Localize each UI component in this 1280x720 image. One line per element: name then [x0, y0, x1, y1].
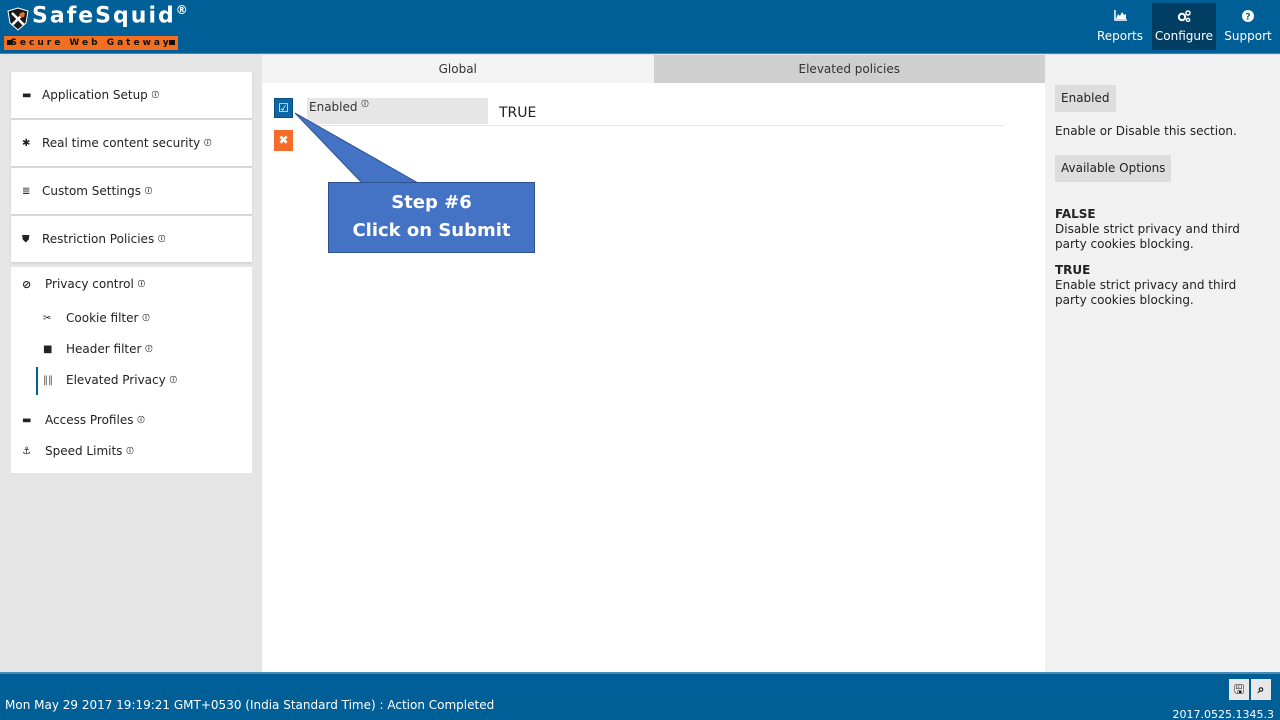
sidebar-item-label: Elevated Privacy: [66, 373, 166, 387]
tab-bar: Global Elevated policies: [262, 55, 1045, 83]
option-desc: Enable strict privacy and third party co…: [1055, 278, 1237, 307]
logo-name: SafeSquid®: [32, 3, 188, 29]
field-divider: [307, 125, 1004, 126]
sidebar-item-label: Application Setup: [42, 88, 148, 102]
bug-icon: ✱: [22, 137, 31, 149]
tab-elevated-policies[interactable]: Elevated policies: [653, 55, 1045, 83]
info-icon[interactable]: ⓘ: [152, 90, 159, 100]
status-bar: Mon May 29 2017 19:19:21 GMT+0530 (India…: [0, 672, 1280, 720]
callout-instruction: Click on Submit: [352, 220, 511, 241]
sidebar-item-header-filter[interactable]: ■ Header filter ⓘ: [43, 342, 152, 356]
sidebar-item-privacy-control[interactable]: ⊘ Privacy control ⓘ: [22, 277, 145, 291]
sidebar-panel-custom-settings[interactable]: ≣ Custom Settings ⓘ: [11, 168, 252, 214]
sidebar-panel-real-time-content-security[interactable]: ✱ Real time content security ⓘ: [11, 120, 252, 166]
cogs-icon: [1177, 10, 1191, 26]
sidebar: ▬ Application Setup ⓘ ✱ Real time content…: [0, 55, 262, 672]
top-nav: Reports Configure ? Support: [1088, 3, 1280, 50]
sidebar-item-label: Privacy control: [45, 277, 134, 291]
step-callout: Step #6 Click on Submit: [328, 182, 535, 253]
nav-reports-label: Reports: [1096, 29, 1144, 43]
field-label-enabled: Enabled ⓘ: [307, 98, 488, 124]
briefcase-icon: ▬: [22, 89, 32, 101]
logo-tagline: Secure Web Gateway: [4, 36, 178, 50]
sliders-icon: ≣: [22, 185, 31, 197]
info-icon[interactable]: ⓘ: [170, 375, 177, 385]
sidebar-item-label: Cookie filter: [66, 311, 139, 325]
logo-shield-icon: [7, 7, 29, 31]
tab-global[interactable]: Global: [262, 55, 654, 83]
nav-reports[interactable]: Reports: [1088, 3, 1152, 50]
ban-icon: ⊘: [22, 277, 32, 291]
help-option-true: TRUE Enable strict privacy and third par…: [1055, 263, 1270, 308]
info-icon[interactable]: ⓘ: [362, 100, 369, 108]
sidebar-item-label: Restriction Policies: [42, 232, 155, 246]
active-indicator: [36, 367, 38, 395]
scissors-icon: ✂: [43, 312, 52, 324]
close-icon: ✖: [278, 133, 289, 147]
main-content: Global Elevated policies ☑ ✖ Enabled ⓘ TR…: [262, 55, 1045, 672]
option-desc: Disable strict privacy and third party c…: [1055, 222, 1240, 251]
status-message: Mon May 29 2017 19:19:21 GMT+0530 (India…: [5, 698, 495, 712]
nav-support[interactable]: ? Support: [1216, 3, 1280, 50]
save-button[interactable]: 🖫: [1229, 679, 1249, 700]
field-value-enabled[interactable]: TRUE: [499, 105, 536, 121]
nav-support-label: Support: [1224, 29, 1272, 43]
submit-button[interactable]: ☑: [274, 98, 293, 118]
sidebar-item-label: Real time content security: [42, 136, 201, 150]
briefcase-icon: ▬: [22, 414, 32, 426]
lock-icon: ■: [43, 343, 53, 355]
area-chart-icon: [1113, 10, 1127, 26]
sidebar-item-label: Speed Limits: [45, 444, 123, 458]
help-option-false: FALSE Disable strict privacy and third p…: [1055, 207, 1270, 252]
help-panel: Enabled Enable or Disable this section. …: [1045, 55, 1280, 672]
search-button[interactable]: ⌕: [1251, 679, 1271, 700]
cancel-button[interactable]: ✖: [274, 130, 293, 151]
sidebar-item-label: Header filter: [66, 342, 142, 356]
version-label: 2017.0525.1345.3: [1172, 708, 1274, 720]
info-icon[interactable]: ⓘ: [145, 344, 152, 354]
check-square-icon: ☑: [278, 101, 289, 115]
info-icon[interactable]: ⓘ: [126, 446, 133, 456]
sidebar-item-cookie-filter[interactable]: ✂ Cookie filter ⓘ: [43, 311, 149, 325]
nav-configure-label: Configure: [1154, 29, 1214, 43]
info-icon[interactable]: ⓘ: [204, 138, 211, 148]
shield-icon: ⛊: [22, 233, 30, 245]
safesquid-logo[interactable]: SafeSquid® Secure Web Gateway: [4, 3, 188, 51]
sidebar-item-elevated-privacy[interactable]: ‖‖ Elevated Privacy ⓘ: [43, 373, 177, 387]
anchor-icon: ⚓: [22, 445, 31, 457]
sidebar-item-access-profiles[interactable]: ▬ Access Profiles ⓘ: [22, 413, 144, 427]
svg-text:?: ?: [1245, 13, 1250, 23]
option-name: TRUE: [1055, 263, 1091, 277]
help-title: Enabled: [1055, 85, 1116, 112]
sidebar-panel-application-setup[interactable]: ▬ Application Setup ⓘ: [11, 72, 252, 118]
help-options-heading: Available Options: [1055, 155, 1172, 182]
info-icon[interactable]: ⓘ: [138, 279, 145, 289]
info-icon[interactable]: ⓘ: [137, 415, 144, 425]
sidebar-item-label: Access Profiles: [45, 413, 134, 427]
sidebar-tree-privacy: ⊘ Privacy control ⓘ ✂ Cookie filter ⓘ ■ He…: [11, 267, 252, 473]
barcode-icon: ‖‖: [43, 374, 53, 386]
sidebar-panel-restriction-policies[interactable]: ⛊ Restriction Policies ⓘ: [11, 216, 252, 262]
field-label-text: Enabled: [309, 100, 358, 114]
save-icon: 🖫: [1233, 682, 1245, 696]
callout-step: Step #6: [391, 192, 472, 213]
sidebar-item-speed-limits[interactable]: ⚓ Speed Limits ⓘ: [22, 444, 133, 458]
nav-configure[interactable]: Configure: [1152, 3, 1216, 50]
help-description: Enable or Disable this section.: [1055, 124, 1237, 138]
top-header: SafeSquid® Secure Web Gateway Reports Co…: [0, 0, 1280, 54]
search-icon: ⌕: [1257, 682, 1265, 696]
info-icon[interactable]: ⓘ: [158, 234, 165, 244]
question-circle-icon: ?: [1242, 10, 1254, 26]
info-icon[interactable]: ⓘ: [145, 186, 152, 196]
sidebar-item-label: Custom Settings: [42, 184, 142, 198]
info-icon[interactable]: ⓘ: [142, 313, 149, 323]
option-name: FALSE: [1055, 207, 1096, 221]
